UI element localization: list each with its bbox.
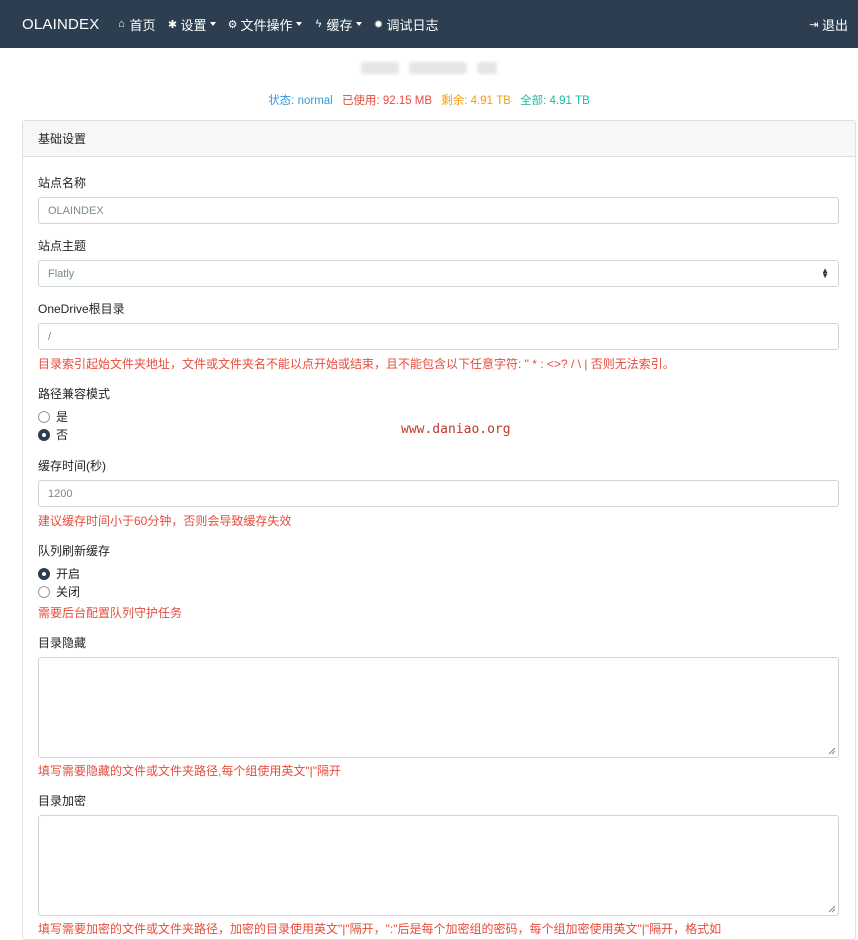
site-theme-label: 站点主题	[38, 239, 87, 253]
nav-debug-log[interactable]: ✹ 调试日志	[374, 15, 439, 34]
radio-unchecked-icon[interactable]	[38, 585, 50, 598]
queue-refresh-on-label: 开启	[56, 567, 81, 581]
radio-checked-icon[interactable]	[38, 567, 50, 580]
queue-refresh-option-on[interactable]: 开启	[38, 565, 80, 582]
nav-cache-label: 缓存	[326, 17, 353, 33]
cache-time-label: 缓存时间(秒)	[38, 459, 106, 473]
cache-time-help: 建议缓存时间小于60分钟，否则会导致缓存失效	[38, 514, 292, 528]
nav-settings[interactable]: ✱ 设置	[167, 15, 216, 34]
drive-status: 状态: normal 已使用: 92.15 MB 剩余: 4.91 TB 全部:…	[0, 92, 858, 108]
watermark-text: www.daniao.org	[401, 422, 511, 437]
nav-file-ops-label: 文件操作	[240, 17, 293, 33]
caret-down-icon	[355, 22, 362, 26]
navbar: OLAINDEX ⌂ 首页 ✱ 设置 ⚙ 文件操作 ϟ 缓存 ✹ 调试日志 ⇥ …	[0, 0, 858, 48]
root-dir-input[interactable]: /	[38, 323, 839, 350]
encrypt-dir-textarea[interactable]	[38, 815, 839, 916]
resize-handle-icon[interactable]	[828, 905, 836, 913]
cogs-icon: ⚙	[227, 18, 238, 31]
path-compat-label: 路径兼容模式	[38, 387, 111, 401]
nav-cache[interactable]: ϟ 缓存	[314, 15, 362, 34]
path-compat-no-label: 否	[56, 428, 69, 442]
blurred-account-info	[0, 62, 858, 76]
queue-refresh-off-label: 关闭	[56, 585, 81, 599]
queue-refresh-label: 队列刷新缓存	[38, 544, 111, 558]
path-compat-option-no[interactable]: 否	[38, 426, 68, 443]
resize-handle-icon[interactable]	[828, 747, 836, 755]
cache-time-value: 1200	[48, 487, 73, 500]
hide-dir-textarea[interactable]	[38, 657, 839, 758]
encrypt-dir-help: 填写需要加密的文件或文件夹路径，加密的目录使用英文"|"隔开，":"后是每个加密…	[38, 922, 722, 936]
encrypt-dir-label: 目录加密	[38, 794, 87, 808]
bolt-icon: ϟ	[315, 18, 322, 30]
select-arrows-icon: ▲ ▼	[821, 266, 829, 280]
blurred-block	[409, 62, 467, 74]
blurred-block	[477, 62, 497, 74]
nav-debug-log-label: 调试日志	[386, 17, 439, 33]
caret-down-icon	[295, 22, 302, 26]
brand-logo[interactable]: OLAINDEX	[22, 16, 99, 33]
site-name-value: OLAINDEX	[48, 204, 104, 217]
nav-logout-label: 退出	[821, 17, 848, 33]
bug-icon: ✹	[373, 18, 384, 31]
site-theme-select[interactable]: Flatly ▲ ▼	[38, 260, 839, 287]
caret-down-icon	[209, 22, 216, 26]
settings-card: 基础设置 站点名称 OLAINDEX 站点主题 Flatly ▲ ▼ OneDri…	[22, 120, 856, 940]
status-remaining: 剩余: 4.91 TB	[441, 95, 511, 107]
queue-refresh-help: 需要后台配置队列守护任务	[38, 606, 183, 620]
gear-icon: ✱	[167, 18, 178, 31]
nav-logout[interactable]: ⇥ 退出	[809, 15, 848, 34]
radio-unchecked-icon[interactable]	[38, 410, 50, 423]
hide-dir-help: 填写需要隐藏的文件或文件夹路径,每个组使用英文"|"隔开	[38, 764, 341, 778]
blurred-block	[361, 62, 399, 74]
root-dir-label: OneDrive根目录	[38, 302, 125, 316]
site-theme-value: Flatly	[48, 267, 75, 280]
nav-home-label: 首页	[129, 17, 156, 33]
card-header: 基础设置	[23, 121, 855, 157]
queue-refresh-option-off[interactable]: 关闭	[38, 583, 80, 600]
home-icon: ⌂	[118, 18, 125, 30]
radio-checked-icon[interactable]	[38, 428, 50, 441]
status-total: 全部: 4.91 TB	[520, 95, 590, 107]
nav-file-ops[interactable]: ⚙ 文件操作	[228, 15, 302, 34]
root-dir-help: 目录索引起始文件夹地址，文件或文件夹名不能以点开始或结束，且不能包含以下任意字符…	[38, 357, 675, 371]
nav-settings-label: 设置	[180, 17, 207, 33]
status-state: 状态: normal	[268, 95, 333, 107]
cache-time-input[interactable]: 1200	[38, 480, 839, 507]
hide-dir-label: 目录隐藏	[38, 636, 87, 650]
path-compat-option-yes[interactable]: 是	[38, 408, 68, 425]
sign-out-icon: ⇥	[809, 18, 819, 31]
path-compat-yes-label: 是	[56, 410, 69, 424]
site-name-input[interactable]: OLAINDEX	[38, 197, 839, 224]
site-name-label: 站点名称	[38, 176, 87, 190]
status-used: 已使用: 92.15 MB	[341, 95, 433, 107]
nav-home[interactable]: ⌂ 首页	[116, 15, 155, 34]
root-dir-value: /	[48, 330, 52, 343]
